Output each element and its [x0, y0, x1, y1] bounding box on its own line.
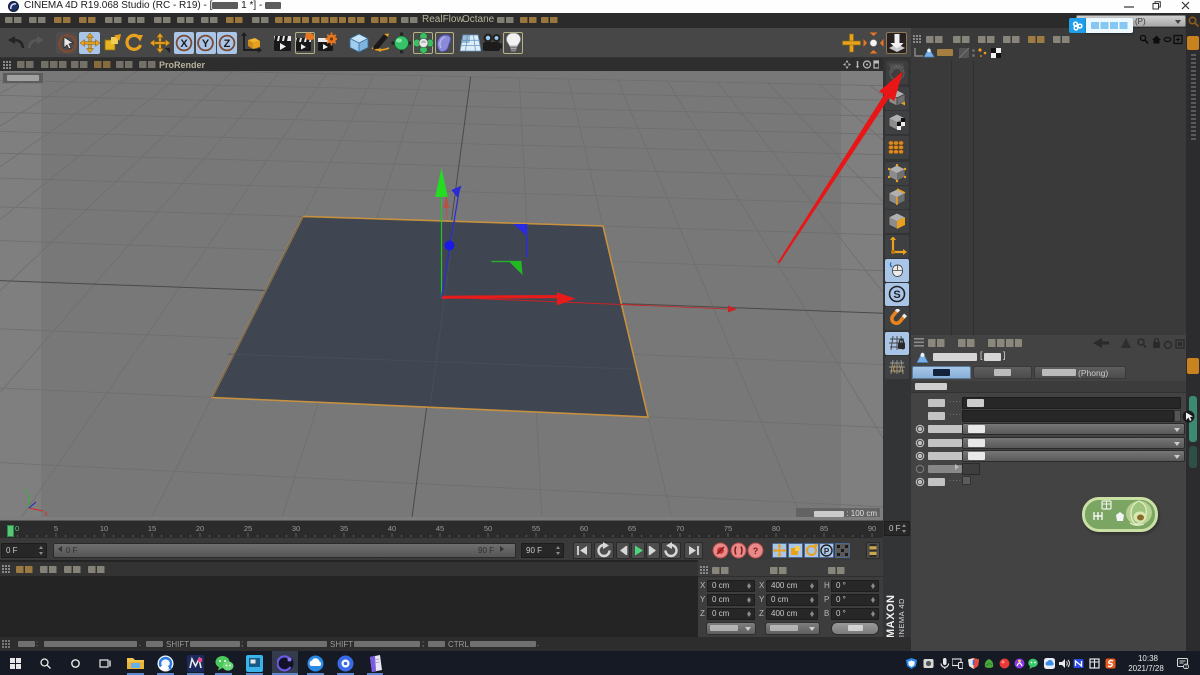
- svg-text:Y: Y: [24, 490, 28, 496]
- svg-text:?: ?: [753, 546, 759, 556]
- svg-text:S: S: [893, 289, 900, 301]
- svg-text:( ): ( ): [893, 363, 902, 373]
- svg-text:X: X: [180, 38, 188, 50]
- svg-text:1: 1: [1185, 665, 1188, 669]
- svg-text:P: P: [824, 547, 830, 556]
- svg-text:Y: Y: [202, 38, 210, 50]
- svg-text:Z: Z: [224, 38, 231, 50]
